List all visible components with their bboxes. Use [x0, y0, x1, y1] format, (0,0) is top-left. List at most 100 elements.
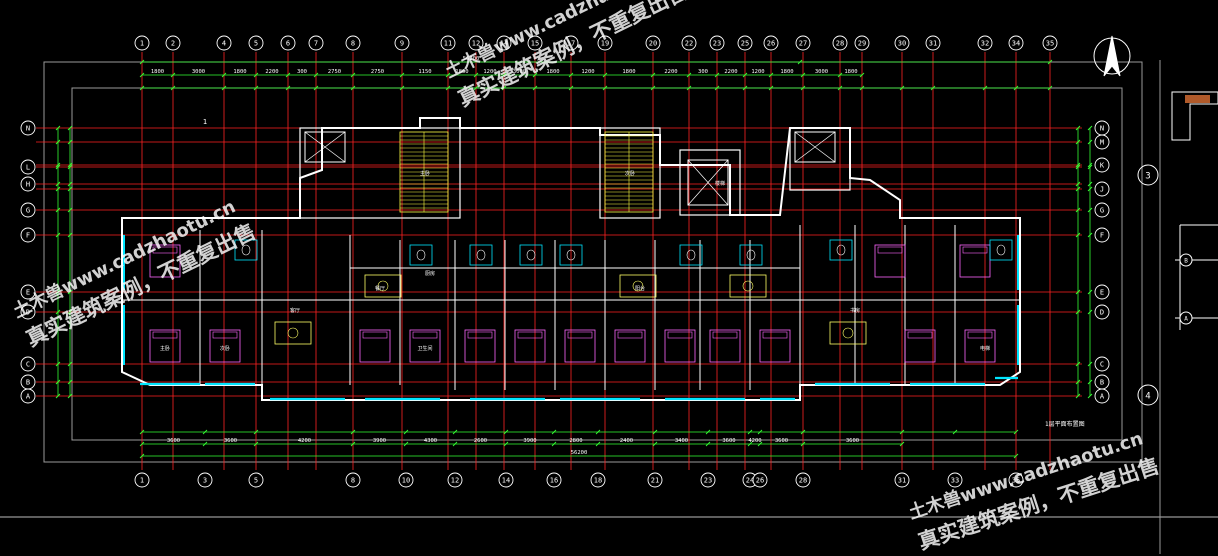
top-segment-dim-text: 1200	[581, 69, 594, 75]
left-axis-bubble-label: L	[26, 164, 30, 172]
bottom-axis-bubble-label: 18	[594, 477, 602, 485]
bottom-segment-dim-text: 4200	[748, 438, 761, 444]
top-segment-dim-text: 300	[698, 69, 708, 75]
bottom-segment-dim-text: 3400	[675, 438, 688, 444]
room-label: 电梯	[980, 345, 990, 352]
section-note: 1层平面布置图	[1045, 420, 1085, 428]
bottom-axis-bubble-label: 35	[1012, 477, 1020, 485]
top-segment-dim-text: 2200	[265, 69, 278, 75]
top-axis-bubble-label: 6	[286, 40, 290, 48]
detail-axis-label: A	[1184, 316, 1188, 323]
top-segment-dim-text: 2750	[371, 69, 384, 75]
top-axis-bubble-label: 4	[222, 40, 226, 48]
top-axis-bubble-label: 25	[741, 40, 749, 48]
top-axis-bubble-label: 20	[649, 40, 657, 48]
bottom-segment-dim-text: 3600	[846, 438, 859, 444]
right-axis-bubble-label: G	[1100, 207, 1104, 215]
top-segment-dim-text: 1800	[844, 69, 857, 75]
top-axis-bubble-label: 8	[351, 40, 355, 48]
bottom-axis-bubble-label: 28	[799, 477, 807, 485]
room-label: 次卧	[220, 345, 230, 352]
bottom-segment-dim-text: 4300	[424, 438, 437, 444]
left-axis-bubble-label: E	[26, 289, 30, 297]
top-segment-dim-text: 1800	[780, 69, 793, 75]
top-segment-dim-text: 3000	[192, 69, 205, 75]
top-axis-bubble-label: 1	[140, 40, 144, 48]
bottom-segment-dim-text: 3900	[373, 438, 386, 444]
bottom-total-dim-text: 56200	[571, 450, 588, 456]
top-segment-dim-text: 1800	[233, 69, 246, 75]
right-axis-bubble-label: N	[1100, 125, 1104, 133]
top-segment-dim-text: 1200	[483, 69, 496, 75]
bottom-axis-bubble-label: 23	[704, 477, 712, 485]
right-axis-bubble-label: F	[1100, 232, 1104, 240]
detail-bubble-label: 4	[1145, 392, 1150, 402]
bottom-axis-bubble-label: 14	[502, 477, 510, 485]
drawing-background	[0, 0, 1218, 554]
top-axis-bubble-label: 30	[898, 40, 906, 48]
room-label: 主卧	[160, 345, 170, 352]
top-axis-bubble-label: 15	[531, 40, 539, 48]
bottom-segment-dim-text: 3600	[775, 438, 788, 444]
room-label: 楼梯	[715, 180, 725, 187]
left-axis-bubble-label: D	[26, 309, 30, 317]
top-segment-dim-text: 300	[297, 69, 307, 75]
room-label: 阳台	[635, 285, 645, 292]
detail-axis-label: B	[1184, 258, 1188, 265]
room-label: 次卧	[625, 170, 635, 177]
top-axis-bubble-label: 14	[500, 40, 508, 48]
right-axis-bubble-label: B	[1100, 379, 1104, 387]
top-axis-bubble-label: 17	[567, 40, 575, 48]
top-segment-dim-text: 3000	[815, 69, 828, 75]
top-axis-bubble-label: 31	[929, 40, 937, 48]
right-axis-bubble-label: M	[1100, 139, 1104, 147]
cad-floor-plan: 56200 1800 3000 1800 2200 300 2750 2750 1150 1800…	[0, 0, 1218, 554]
right-axis-bubble-label: D	[1100, 309, 1104, 317]
bottom-axis-bubble-label: 21	[651, 477, 659, 485]
room-label: 餐厅	[375, 285, 385, 292]
top-axis-bubble-label: 7	[314, 40, 318, 48]
left-axis-bubble-label: H	[26, 181, 30, 189]
top-axis-bubble-label: 5	[254, 40, 258, 48]
bottom-segment-dim-text: 3600	[722, 438, 735, 444]
bottom-segment-dim-text: 4200	[298, 438, 311, 444]
top-segment-dim-text: 2750	[328, 69, 341, 75]
top-total-dim-text: 56200	[463, 56, 480, 62]
top-axis-bubble-label: 34	[1012, 40, 1020, 48]
room-label: 客厅	[290, 307, 300, 314]
room-label: 卫生间	[417, 345, 432, 352]
top-axis-bubble-label: 22	[685, 40, 693, 48]
top-axis-bubble-label: 11	[444, 40, 452, 48]
bottom-axis-bubble-label: 16	[550, 477, 558, 485]
bottom-axis-bubble-label: 10	[402, 477, 410, 485]
bottom-axis-bubble-label: 8	[351, 477, 355, 485]
bottom-axis-bubble-label: 3	[203, 477, 207, 485]
top-axis-bubble-label: 27	[799, 40, 807, 48]
detail-hatch	[1185, 95, 1210, 103]
top-axis-bubble-label: 26	[767, 40, 775, 48]
bottom-axis-bubble-label: 26	[756, 477, 764, 485]
bottom-segment-dim-text: 3900	[523, 438, 536, 444]
left-axis-bubble-label: C	[26, 361, 30, 369]
top-segment-dim-text: 2200	[664, 69, 677, 75]
top-axis-bubble-label: 23	[713, 40, 721, 48]
right-axis-bubble-label: C	[1100, 361, 1104, 369]
bottom-axis-bubble-label: 5	[254, 477, 258, 485]
left-axis-bubble-label: B	[26, 379, 30, 387]
left-axis-bubble-label: N	[26, 125, 30, 133]
room-label: 主卧	[420, 170, 430, 177]
bottom-axis-bubble-label: 31	[898, 477, 906, 485]
left-axis-bubble-label: G	[26, 207, 30, 215]
bottom-axis-bubble-label: 12	[451, 477, 459, 485]
bottom-axis-bubble-label: 1	[140, 477, 144, 485]
top-axis-bubble-label: 35	[1046, 40, 1054, 48]
top-axis-bubble-label: 19	[601, 40, 609, 48]
top-axis-bubble-label: 12	[472, 40, 480, 48]
bottom-segment-dim-text: 3600	[167, 438, 180, 444]
top-segment-dim-text: 1800	[151, 69, 164, 75]
top-segment-dim-text: 1800	[622, 69, 635, 75]
right-axis-bubble-label: J	[1100, 186, 1104, 194]
bottom-segment-dim-text: 2800	[569, 438, 582, 444]
bottom-segment-dim-text: 3600	[224, 438, 237, 444]
top-axis-bubble-label: 9	[400, 40, 404, 48]
